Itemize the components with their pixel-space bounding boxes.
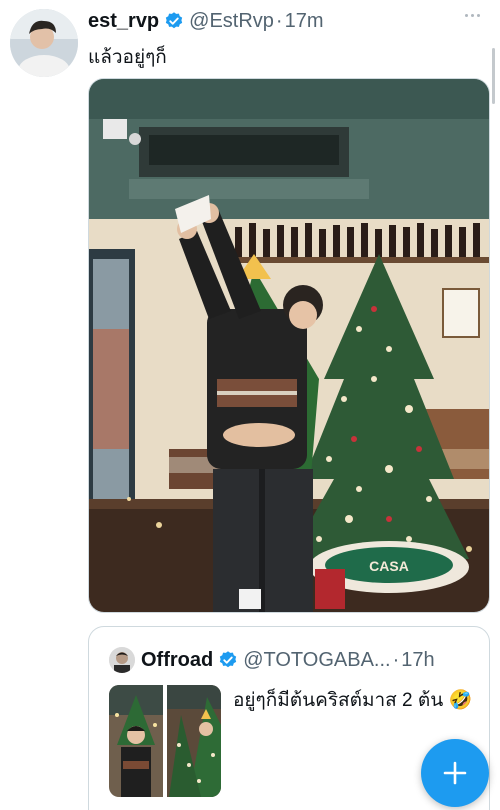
quoted-tweet-text: อยู่ๆก็มีต้นคริสต์มาส 2 ต้น 🤣: [233, 690, 473, 711]
quoted-tweet-header: Offroad @TOTOGABA... · 17h: [109, 647, 435, 673]
author-avatar[interactable]: [10, 9, 78, 77]
tree-skirt-sign: CASA: [369, 558, 409, 574]
tweet-timestamp[interactable]: 17m: [285, 10, 324, 33]
tweet-header: est_rvp @EstRvp · 17m: [88, 8, 480, 34]
quoted-tweet-media[interactable]: [109, 685, 221, 797]
tweet-text: แล้วอยู่ๆก็: [88, 47, 167, 68]
author-handle[interactable]: @EstRvp: [189, 10, 274, 33]
quoted-author-handle[interactable]: @TOTOGABA...: [243, 649, 390, 672]
separator-dot: ·: [275, 9, 283, 32]
quoted-tweet-timestamp[interactable]: 17h: [401, 649, 434, 672]
scrollbar[interactable]: [492, 48, 495, 104]
compose-button[interactable]: [421, 739, 489, 807]
verified-badge-icon: [218, 650, 238, 670]
tweet-photo[interactable]: CASA: [88, 78, 490, 613]
separator-dot: ·: [392, 648, 400, 671]
author-display-name[interactable]: est_rvp: [88, 10, 159, 33]
quoted-author-display-name[interactable]: Offroad: [141, 649, 213, 672]
quoted-author-avatar[interactable]: [109, 647, 135, 673]
verified-badge-icon: [164, 11, 184, 31]
plus-icon: [443, 761, 467, 785]
more-icon[interactable]: [465, 14, 480, 17]
